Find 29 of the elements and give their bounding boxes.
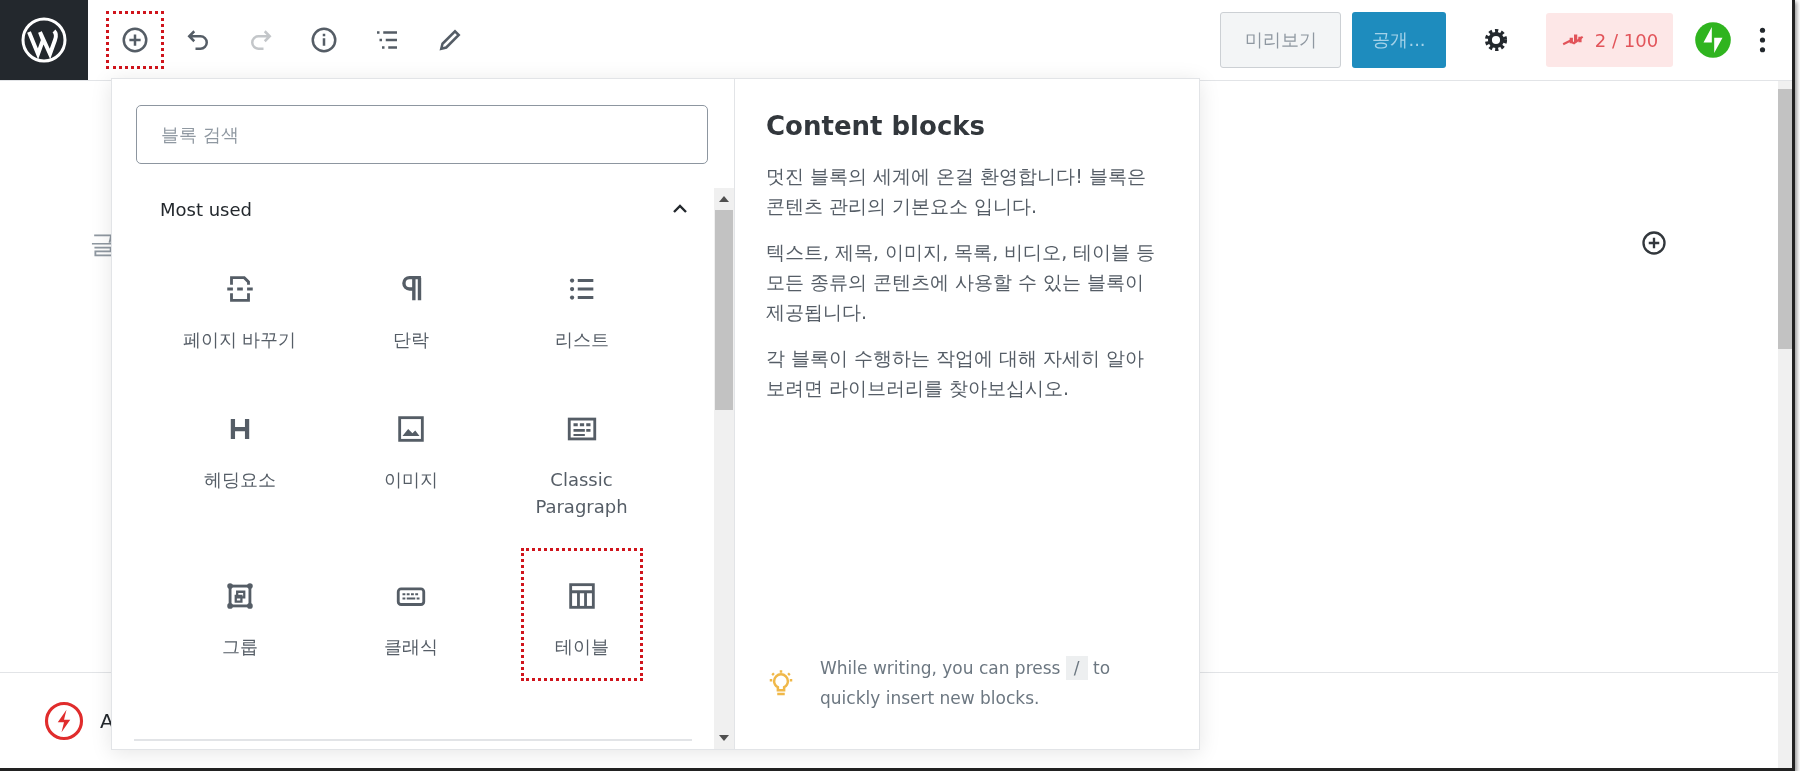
settings-icon[interactable] — [1482, 26, 1510, 54]
lightning-icon[interactable] — [1694, 21, 1732, 59]
wordpress-logo[interactable] — [0, 0, 88, 80]
block-item[interactable]: 헤딩요소 — [179, 382, 300, 513]
block-item[interactable]: 리스트 — [521, 242, 642, 373]
block-item[interactable]: 테이블 — [521, 549, 642, 680]
description-text: 멋진 블록의 세계에 온걸 환영합니다! 블록은 콘텐츠 관리의 기본요소 입니다. — [766, 164, 1147, 219]
search-field[interactable]: 블록 검색 — [136, 105, 708, 164]
block-item[interactable]: 그룹 — [179, 549, 300, 680]
scroll-down-arrow-icon[interactable] — [719, 735, 729, 741]
scrollbar[interactable] — [1778, 81, 1792, 768]
block-item[interactable]: Classic Paragraph — [521, 382, 642, 540]
info-icon — [309, 25, 339, 55]
tip-text: While writing, you can press / to quickly insert new blocks. — [820, 655, 1112, 710]
lightning-circle-icon — [44, 700, 84, 741]
block-item[interactable]: 단락 — [350, 242, 471, 373]
plus-circle-icon — [120, 25, 150, 55]
more-menu-icon[interactable] — [1759, 27, 1766, 53]
block-item[interactable]: 이미지 — [350, 382, 471, 513]
add-block-button[interactable] — [106, 11, 164, 69]
block-item[interactable]: 페이지 바꾸기 — [179, 242, 300, 373]
description-text: 텍스트, 제목, 이미지, 목록, 비디오, 테이블 등 모든 종류의 콘텐츠에 사용할 수 있는 블록이 제공됩니다. — [766, 240, 1157, 325]
scrollbar[interactable] — [714, 188, 734, 749]
block-item[interactable]: 클래식 — [350, 549, 471, 680]
scroll-up-arrow-icon[interactable] — [719, 196, 729, 202]
add-block-icon[interactable] — [1640, 229, 1668, 257]
preview-title: Content blocks — [766, 111, 987, 141]
category-toggle[interactable]: Most used — [112, 190, 714, 228]
description-text: 각 블록이 수행하는 작업에 대해 자세히 알아 보려면 라이브러리를 찾아보십시오. — [766, 346, 1146, 401]
